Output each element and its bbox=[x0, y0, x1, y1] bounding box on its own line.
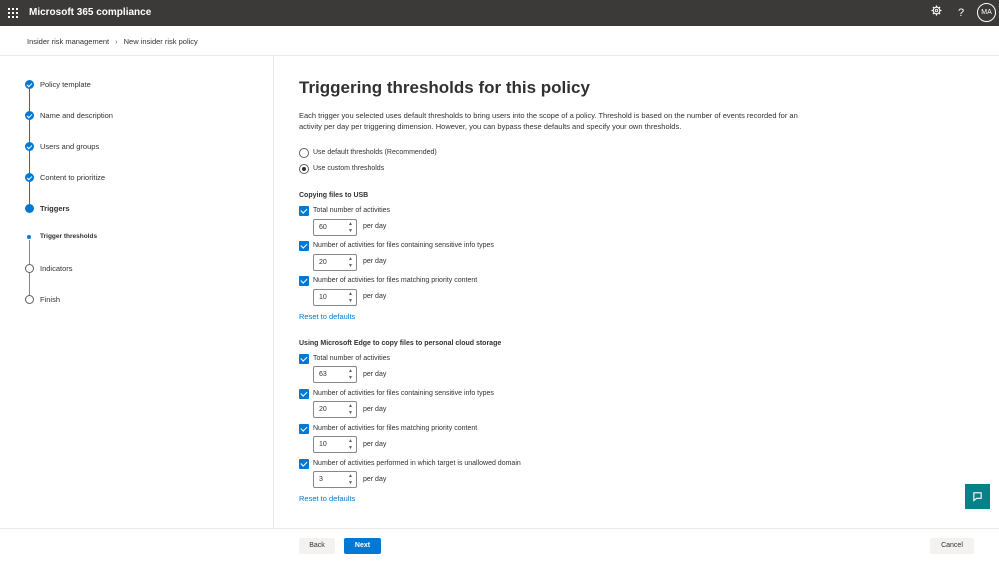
per-day-label: per day bbox=[363, 258, 387, 265]
next-button[interactable]: Next bbox=[344, 538, 381, 554]
checkbox-label: Number of activities for files matching … bbox=[313, 277, 478, 284]
checkbox-label: Number of activities for files containin… bbox=[313, 390, 494, 397]
gear-icon[interactable] bbox=[928, 5, 944, 21]
checkbox-checked-icon[interactable] bbox=[299, 241, 309, 251]
threshold-stepper[interactable]: 20 ▲ ▼ bbox=[313, 254, 357, 271]
stepper-value[interactable]: 20 bbox=[319, 259, 327, 266]
per-day-label: per day bbox=[363, 223, 387, 230]
breadcrumb: Insider risk management › New insider risk… bbox=[27, 37, 198, 46]
checkbox-label: Total number of activities bbox=[313, 207, 391, 214]
step-complete-icon bbox=[25, 80, 34, 89]
stepper-value[interactable]: 3 bbox=[319, 476, 323, 483]
per-day-label: per day bbox=[363, 371, 387, 378]
stepper-arrows-icon[interactable]: ▲ ▼ bbox=[348, 438, 353, 451]
substep-current-icon bbox=[27, 235, 31, 239]
feedback-icon[interactable] bbox=[965, 484, 990, 509]
step-label: Triggers bbox=[40, 204, 70, 213]
step-pending-icon bbox=[25, 264, 34, 273]
page-description: Each trigger you selected uses default t… bbox=[299, 111, 798, 131]
stepper-arrows-icon[interactable]: ▲ ▼ bbox=[348, 291, 353, 304]
threshold-stepper[interactable]: 10 ▲ ▼ bbox=[313, 436, 357, 453]
step-label: Finish bbox=[40, 295, 61, 304]
threshold-stepper[interactable]: 20 ▲ ▼ bbox=[313, 401, 357, 418]
step-complete-icon bbox=[25, 142, 34, 151]
footer-divider bbox=[0, 528, 999, 529]
stepper-value[interactable]: 60 bbox=[319, 224, 327, 231]
stepper-value[interactable]: 10 bbox=[319, 294, 327, 301]
radio-label: Use custom thresholds bbox=[313, 165, 385, 172]
cancel-button[interactable]: Cancel bbox=[930, 538, 974, 554]
nav-divider bbox=[273, 56, 274, 528]
per-day-label: per day bbox=[363, 406, 387, 413]
threshold-stepper[interactable]: 3 ▲ ▼ bbox=[313, 471, 357, 488]
header-divider bbox=[0, 55, 999, 56]
help-icon[interactable]: ? bbox=[953, 5, 969, 21]
breadcrumb-item-new-policy: New insider risk policy bbox=[123, 37, 198, 46]
step-label: Policy template bbox=[40, 80, 91, 89]
step-label: Name and description bbox=[40, 111, 113, 120]
stepper-arrows-icon[interactable]: ▲ ▼ bbox=[348, 473, 353, 486]
per-day-label: per day bbox=[363, 476, 387, 483]
threshold-stepper[interactable]: 63 ▲ ▼ bbox=[313, 366, 357, 383]
checkbox-label: Number of activities for files containin… bbox=[313, 242, 494, 249]
per-day-label: per day bbox=[363, 293, 387, 300]
chevron-right-icon: › bbox=[115, 37, 118, 46]
checkbox-checked-icon[interactable] bbox=[299, 389, 309, 399]
top-bar: Microsoft 365 compliance ? MA bbox=[0, 0, 999, 26]
radio-circle[interactable] bbox=[299, 164, 309, 174]
stepper-arrows-icon[interactable]: ▲ ▼ bbox=[348, 368, 353, 381]
stepper-arrows-icon[interactable]: ▲ ▼ bbox=[348, 221, 353, 234]
step-label: Users and groups bbox=[40, 142, 100, 151]
back-button[interactable]: Back bbox=[299, 538, 335, 554]
checkbox-label: Total number of activities bbox=[313, 355, 391, 362]
step-current-icon bbox=[25, 204, 34, 213]
section-title-edge-cloud: Using Microsoft Edge to copy files to pe… bbox=[299, 340, 502, 347]
step-label: Content to prioritize bbox=[40, 173, 106, 182]
app-launcher-icon[interactable] bbox=[8, 8, 18, 18]
app-title[interactable]: Microsoft 365 compliance bbox=[29, 7, 151, 18]
step-label: Trigger thresholds bbox=[40, 233, 98, 240]
checkbox-checked-icon[interactable] bbox=[299, 206, 309, 216]
breadcrumb-item-insider-risk[interactable]: Insider risk management bbox=[27, 37, 109, 46]
threshold-stepper[interactable]: 10 ▲ ▼ bbox=[313, 289, 357, 306]
radio-circle[interactable] bbox=[299, 148, 309, 158]
stepper-arrows-icon[interactable]: ▲ ▼ bbox=[348, 256, 353, 269]
section-title-usb: Copying files to USB bbox=[299, 192, 369, 199]
step-complete-icon bbox=[25, 111, 34, 120]
checkbox-checked-icon[interactable] bbox=[299, 424, 309, 434]
stepper-value[interactable]: 10 bbox=[319, 441, 327, 448]
reset-defaults-link-usb[interactable]: Reset to defaults bbox=[299, 312, 355, 321]
step-pending-icon bbox=[25, 295, 34, 304]
checkbox-label: Number of activities performed in which … bbox=[313, 460, 521, 467]
reset-defaults-link-edge[interactable]: Reset to defaults bbox=[299, 494, 355, 503]
stepper-arrows-icon[interactable]: ▲ ▼ bbox=[348, 403, 353, 416]
page-title: Triggering thresholds for this policy bbox=[299, 78, 590, 97]
per-day-label: per day bbox=[363, 441, 387, 448]
threshold-stepper[interactable]: 60 ▲ ▼ bbox=[313, 219, 357, 236]
stepper-value[interactable]: 63 bbox=[319, 371, 327, 378]
checkbox-checked-icon[interactable] bbox=[299, 276, 309, 286]
radio-label: Use default thresholds (Recommended) bbox=[313, 149, 437, 156]
checkbox-checked-icon[interactable] bbox=[299, 354, 309, 364]
checkbox-checked-icon[interactable] bbox=[299, 459, 309, 469]
stepper-value[interactable]: 20 bbox=[319, 406, 327, 413]
checkbox-label: Number of activities for files matching … bbox=[313, 425, 478, 432]
step-complete-icon bbox=[25, 173, 34, 182]
avatar[interactable]: MA bbox=[977, 3, 996, 22]
step-label: Indicators bbox=[40, 264, 73, 273]
